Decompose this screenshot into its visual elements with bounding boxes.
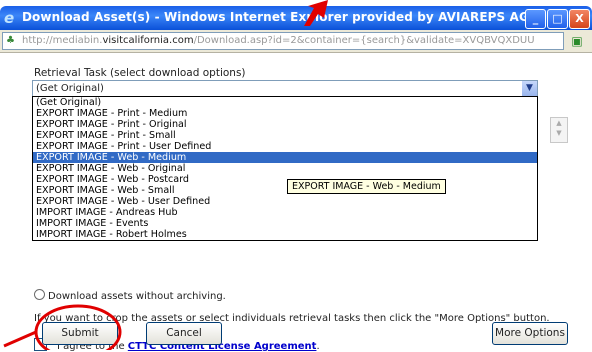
dropdown-option[interactable]: EXPORT IMAGE - Print - Small <box>33 130 537 141</box>
address-bar: ♣ http://mediabin.visitcalifornia.com/Dow… <box>0 30 592 53</box>
dropdown-option[interactable]: EXPORT IMAGE - Web - User Defined <box>33 196 537 207</box>
no-archive-radio[interactable] <box>34 289 45 300</box>
annotation-arrow <box>304 0 328 26</box>
more-options-button[interactable]: More Options <box>492 322 568 345</box>
dropdown-option[interactable]: EXPORT IMAGE - Print - Original <box>33 119 537 130</box>
url-host: visitcalifornia.com <box>102 35 194 46</box>
retrieval-task-dropdown[interactable]: (Get Original) EXPORT IMAGE - Print - Med… <box>32 96 538 241</box>
chevron-down-icon[interactable]: ▼ <box>522 81 537 96</box>
url-prefix: http://mediabin. <box>22 35 103 46</box>
dropdown-option[interactable]: EXPORT IMAGE - Print - User Defined <box>33 141 537 152</box>
dropdown-option[interactable]: (Get Original) <box>33 97 537 108</box>
dropdown-option[interactable]: IMPORT IMAGE - Robert Holmes <box>33 229 537 240</box>
retrieval-task-label: Retrieval Task (select download options) <box>34 67 246 79</box>
agree-suffix: . <box>316 341 320 352</box>
no-archive-radio-row[interactable]: Download assets without archiving. <box>34 289 226 302</box>
dropdown-option[interactable]: IMPORT IMAGE - Events <box>33 218 537 229</box>
option-tooltip: EXPORT IMAGE - Web - Medium <box>287 179 446 194</box>
scrollbar-stub[interactable]: ▲ ▼ <box>550 117 568 143</box>
dropdown-option[interactable]: EXPORT IMAGE - Web - Medium <box>33 152 537 163</box>
minimize-button[interactable]: _ <box>525 9 546 29</box>
close-button[interactable]: X <box>569 9 590 29</box>
annotation-circle <box>3 304 122 350</box>
dropdown-option[interactable]: IMPORT IMAGE - Andreas Hub <box>33 207 537 218</box>
page-favicon-icon: ♣ <box>6 35 15 46</box>
dropdown-option[interactable]: EXPORT IMAGE - Print - Medium <box>33 108 537 119</box>
window-title: Download Asset(s) - Windows Internet Exp… <box>22 10 529 24</box>
ie-logo-icon: e <box>4 9 15 27</box>
security-report-icon[interactable]: ▣ <box>569 33 585 49</box>
title-bar: e Download Asset(s) - Windows Internet E… <box>0 6 592 30</box>
no-archive-label: Download assets without archiving. <box>48 291 226 302</box>
dropdown-option[interactable]: EXPORT IMAGE - Web - Postcard <box>33 174 537 185</box>
dropdown-option[interactable]: EXPORT IMAGE - Web - Small <box>33 185 537 196</box>
dropdown-option[interactable]: EXPORT IMAGE - Web - Original <box>33 163 537 174</box>
retrieval-task-select[interactable]: (Get Original) ▼ <box>32 80 538 97</box>
select-value: (Get Original) <box>36 83 104 94</box>
maximize-button[interactable]: □ <box>547 9 568 29</box>
cancel-button[interactable]: Cancel <box>146 322 222 345</box>
url-field[interactable]: ♣ http://mediabin.visitcalifornia.com/Dow… <box>2 32 564 50</box>
url-rest: /Download.asp?id=2&container={search}&va… <box>193 35 535 46</box>
